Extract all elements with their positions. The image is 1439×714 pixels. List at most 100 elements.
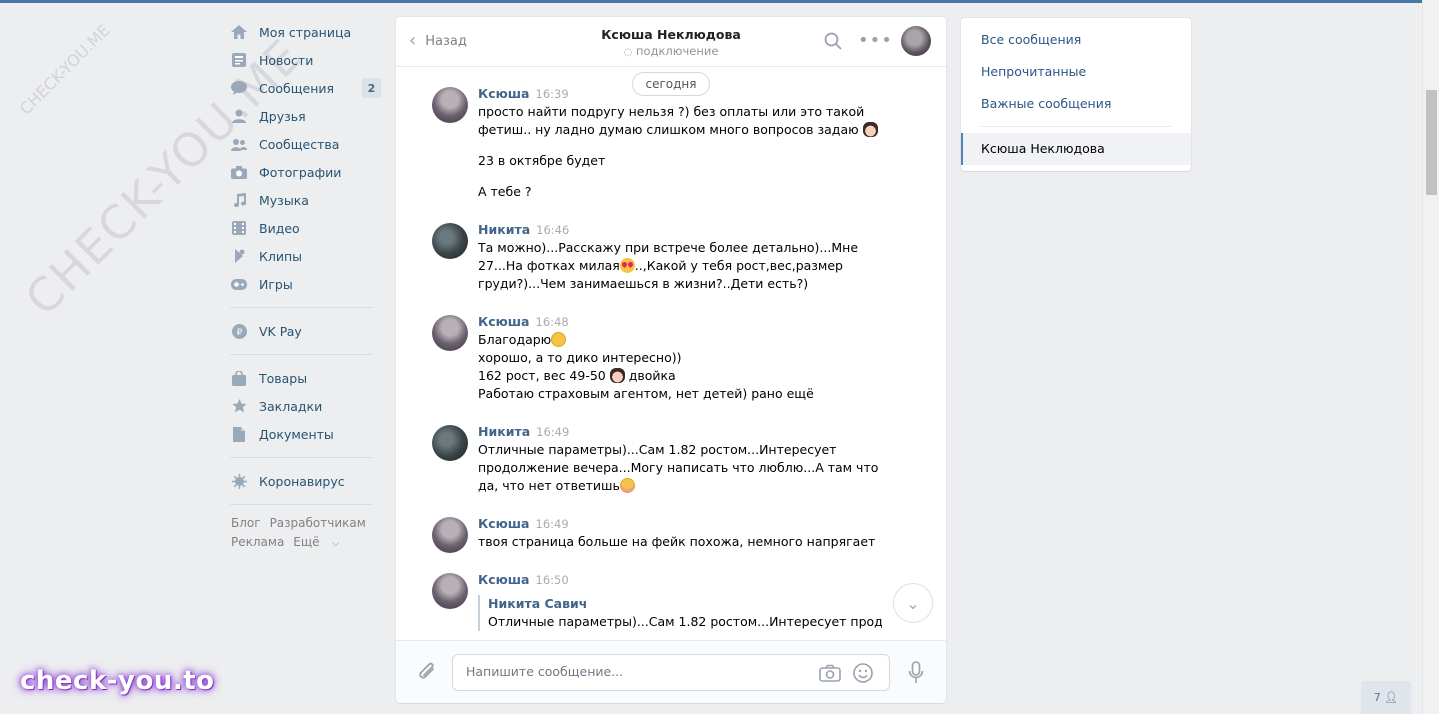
nav-item-clips[interactable]: Клипы (229, 242, 381, 270)
message-time[interactable]: 16:39 (536, 87, 569, 101)
message-time[interactable]: 16:49 (536, 517, 569, 531)
loading-spinner-icon: ◌ (623, 47, 633, 58)
message-group: Ксюша 16:50 Никита Савич Отличные парамет… (432, 571, 882, 631)
music-icon (230, 191, 248, 209)
nav-label: Коронавирус (259, 473, 345, 489)
message-input[interactable] (466, 664, 796, 679)
search-icon[interactable] (824, 32, 842, 50)
nav-item-games[interactable]: Игры (229, 270, 381, 298)
watermark-small-text: CHECK-YOU.ME (15, 20, 114, 119)
nav-item-groups[interactable]: Сообщества (229, 130, 381, 158)
message-line: 27...На фотках милая (478, 258, 620, 273)
chevron-down-icon: ⌄ (906, 593, 920, 613)
video-icon (230, 219, 248, 237)
message-author[interactable]: Никита (478, 222, 530, 237)
microphone-icon[interactable] (908, 661, 924, 685)
footer-link-ads[interactable]: Реклама (231, 535, 284, 549)
nav-item-messages[interactable]: Сообщения 2 (229, 74, 381, 102)
message-author-line: Ксюша 16:49 (478, 515, 882, 533)
forwarded-message-quote[interactable]: Никита Савич Отличные параметры)...Сам 1… (478, 595, 882, 631)
nav-item-friends[interactable]: Друзья (229, 102, 381, 130)
message-input-box[interactable] (452, 654, 890, 691)
date-divider: сегодня (632, 72, 710, 96)
nav-item-video[interactable]: Видео (229, 214, 381, 242)
nav-label: Закладки (259, 398, 323, 414)
message-time[interactable]: 16:48 (536, 315, 569, 329)
message-line: фетиш.. ну ладно думаю слишком много воп… (478, 122, 859, 137)
more-options-icon[interactable]: ••• (858, 30, 893, 51)
nav-label: Видео (259, 220, 300, 236)
active-conversation-label: Ксюша Неклюдова (981, 141, 1105, 156)
message-line: да, что нет ответишь (478, 478, 620, 493)
nav-item-my-page[interactable]: Моя страница (229, 18, 381, 46)
chat-partner-avatar[interactable] (901, 26, 931, 56)
scrollbar-thumb[interactable] (1426, 90, 1437, 195)
filter-unread[interactable]: Непрочитанные (981, 64, 1086, 79)
message-author-line: Никита 16:49 (478, 423, 882, 441)
attach-paperclip-icon[interactable] (416, 660, 438, 684)
footer-link-developers[interactable]: Разработчикам (270, 516, 366, 530)
message-line: просто найти подругу нельзя ?) без оплат… (478, 104, 865, 119)
footer-link-blog[interactable]: Блог (231, 516, 261, 530)
avatar[interactable] (432, 223, 468, 259)
nav-item-goods[interactable]: Товары (229, 364, 381, 392)
message-time[interactable]: 16:49 (536, 425, 569, 439)
message-line: Работаю страховым агентом, нет детей) ра… (478, 386, 814, 401)
chat-header: ‹ Назад Ксюша Неклюдова ◌ подключение ••… (396, 17, 946, 67)
quote-author[interactable]: Никита Савич (488, 595, 882, 613)
emoji-smile-icon[interactable] (853, 663, 873, 683)
message-text: просто найти подругу нельзя ?) без оплат… (478, 103, 882, 139)
message-text: Та можно)...Расскажу при встрече более д… (478, 239, 882, 293)
message-line: 162 рост, вес 49-50 (478, 368, 606, 383)
nav-item-photos[interactable]: Фотографии (229, 158, 381, 186)
nav-item-bookmarks[interactable]: Закладки (229, 392, 381, 420)
message-group: Никита 16:49 Отличные параметры)...Сам 1.… (432, 423, 882, 495)
nav-label: Фотографии (259, 164, 342, 180)
message-text: А тебе ? (478, 184, 532, 199)
filter-all-messages[interactable]: Все сообщения (981, 32, 1081, 47)
page-scrollbar[interactable] (1422, 0, 1439, 714)
vkpay-icon: ₽ (230, 322, 248, 340)
message-line: ..,Какой у тебя рост,вес,размер (634, 258, 843, 273)
footer-more-dropdown[interactable]: Ещё ⌵ (293, 535, 348, 549)
flushed-emoji-icon (619, 478, 635, 493)
message-author[interactable]: Ксюша (478, 572, 530, 587)
active-conversation-item[interactable]: Ксюша Неклюдова (961, 133, 1191, 165)
message-text: 23 в октябре будет (478, 153, 606, 168)
quote-text: Отличные параметры)...Сам 1.82 ростом...… (488, 614, 882, 629)
nav-item-music[interactable]: Музыка (229, 186, 381, 214)
person-icon: 👤︎ (1384, 691, 1399, 704)
camera-icon[interactable] (819, 664, 841, 682)
bag-icon (230, 369, 248, 387)
nav-item-vkpay[interactable]: ₽ VK Pay (229, 317, 381, 345)
avatar[interactable] (432, 573, 468, 609)
message-time[interactable]: 16:50 (536, 573, 569, 587)
nav-item-documents[interactable]: Документы (229, 420, 381, 448)
message-history[interactable]: Ксюша 16:39 просто найти подругу нельзя ?… (396, 79, 946, 639)
nav-label: Сообщения (259, 80, 335, 96)
scroll-to-bottom-button[interactable]: ⌄ (893, 583, 933, 623)
nav-label: Игры (259, 276, 293, 292)
nav-label: Музыка (259, 192, 309, 208)
message-time[interactable]: 16:46 (536, 223, 569, 237)
chat-status-text: подключение (635, 44, 719, 58)
message-line: двойка (628, 368, 676, 383)
message-author[interactable]: Ксюша (478, 516, 530, 531)
filter-important[interactable]: Важные сообщения (981, 96, 1111, 111)
nav-item-news[interactable]: Новости (229, 46, 381, 74)
nav-item-coronavirus[interactable]: Коронавирус (229, 467, 381, 495)
message-line: Отличные параметры)...Сам 1.82 ростом...… (478, 442, 837, 457)
avatar[interactable] (432, 315, 468, 351)
online-friends-chip[interactable]: 7 👤︎ (1361, 681, 1411, 714)
message-author[interactable]: Ксюша (478, 86, 530, 101)
avatar[interactable] (432, 517, 468, 553)
message-composer (396, 640, 946, 703)
avatar[interactable] (432, 425, 468, 461)
svg-text:₽: ₽ (236, 328, 242, 338)
nav-label: VK Pay (259, 323, 302, 339)
message-author[interactable]: Ксюша (478, 314, 530, 329)
message-author[interactable]: Никита (478, 424, 530, 439)
groups-icon (230, 135, 248, 153)
nav-label: Сообщества (259, 136, 340, 152)
avatar[interactable] (432, 87, 468, 123)
